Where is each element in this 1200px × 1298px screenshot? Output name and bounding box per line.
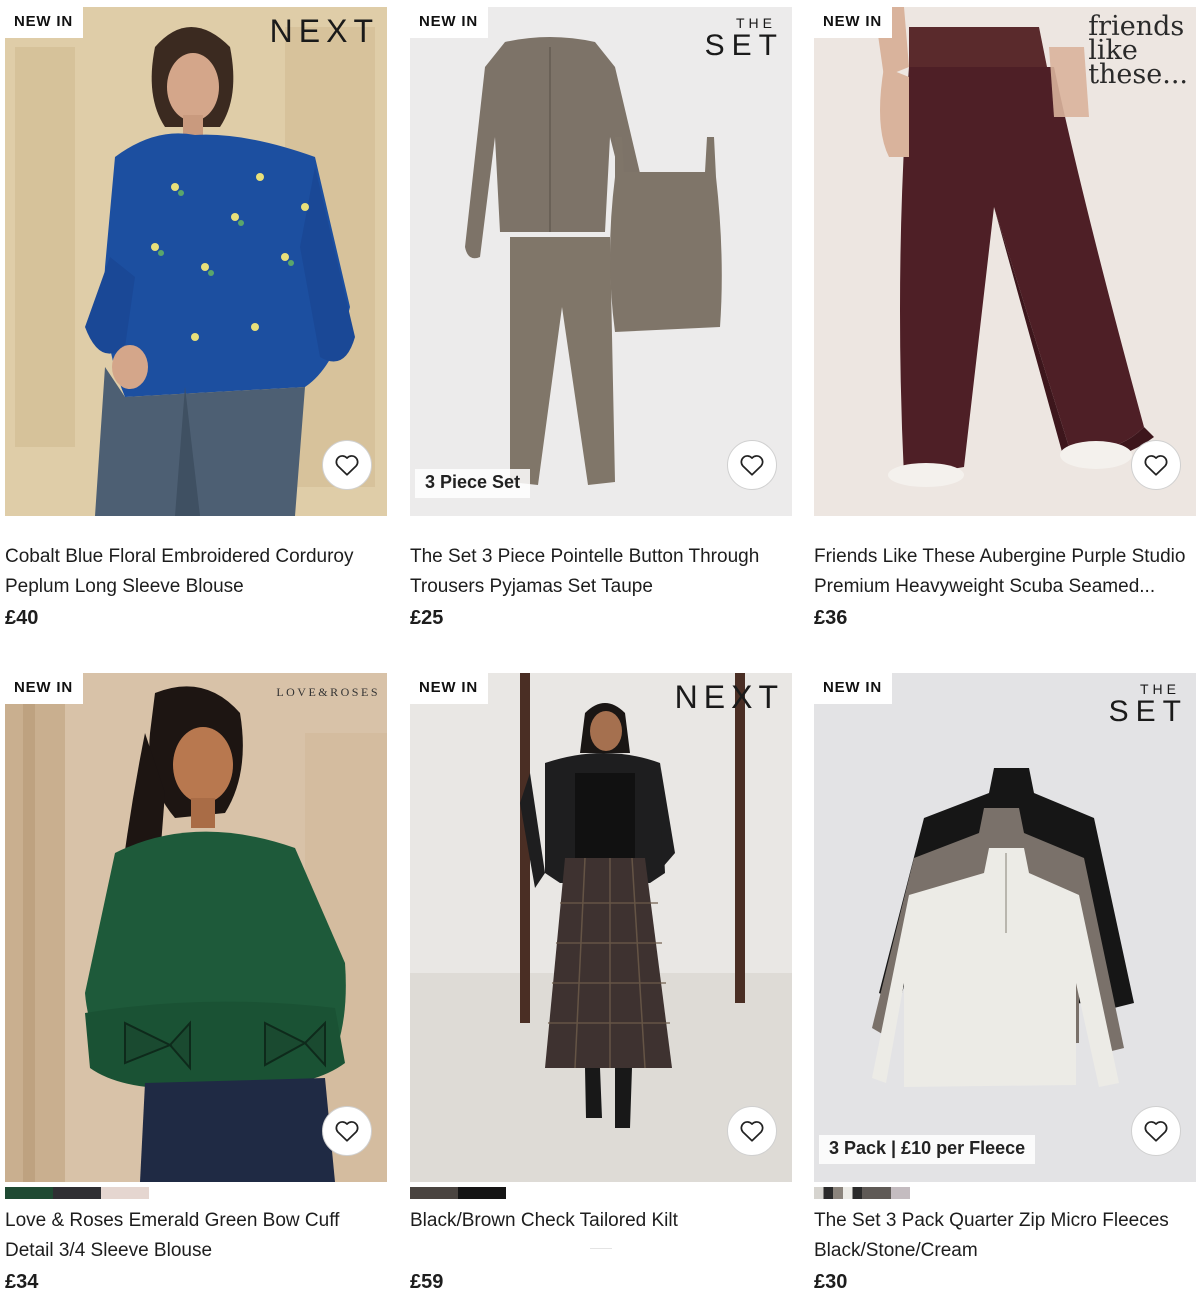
product-image[interactable]: NEW IN THE SET 3 Piece Set — [410, 7, 792, 516]
product-photo — [5, 7, 387, 516]
brand-logo-bottom: SET — [1108, 695, 1188, 728]
brand-logo-next: NEXT — [674, 679, 784, 715]
product-photo — [814, 673, 1196, 1182]
colour-swatches — [410, 1187, 792, 1199]
favourite-button[interactable] — [1131, 440, 1181, 490]
colour-swatch[interactable] — [101, 1187, 149, 1199]
product-photo — [410, 673, 792, 1182]
colour-swatch[interactable] — [5, 1187, 53, 1199]
product-price: £59 — [410, 1271, 444, 1293]
product-title[interactable]: Black/Brown Check Tailored Kilt — [410, 1206, 792, 1266]
product-title[interactable]: The Set 3 Piece Pointelle Button Through… — [410, 542, 792, 602]
product-image[interactable]: NEW IN friends like these... — [814, 7, 1196, 516]
favourite-button[interactable] — [322, 1106, 372, 1156]
product-image[interactable]: NEW IN THE SET 3 Pack | £10 per Fleece — [814, 673, 1196, 1182]
product-image[interactable]: NEW IN NEXT — [410, 673, 792, 1182]
new-in-badge: NEW IN — [814, 673, 892, 704]
product-price: £36 — [814, 607, 848, 629]
product-price: £34 — [5, 1271, 39, 1293]
brand-logo-bottom: SET — [704, 29, 784, 62]
product-photo — [5, 673, 387, 1182]
product-card[interactable]: NEW IN THE SET 3 Pack | £10 per Fleece T… — [814, 673, 1196, 1294]
new-in-badge: NEW IN — [410, 673, 488, 704]
favourite-button[interactable] — [322, 440, 372, 490]
brand-logo-line: these... — [1088, 59, 1188, 90]
brand-logo-next: NEXT — [269, 13, 379, 49]
colour-swatches — [5, 1187, 387, 1199]
promo-label: 3 Piece Set — [415, 469, 531, 498]
product-title[interactable]: Love & Roses Emerald Green Bow Cuff Deta… — [5, 1206, 387, 1266]
new-in-badge: NEW IN — [814, 7, 892, 38]
new-in-badge: NEW IN — [410, 7, 488, 38]
favourite-button[interactable] — [1131, 1106, 1181, 1156]
product-price: £25 — [410, 607, 444, 629]
product-price: £30 — [814, 1271, 848, 1293]
favourite-button[interactable] — [727, 440, 777, 490]
heart-outline-icon — [740, 455, 764, 476]
brand-logo-the-set: THE SET — [1109, 681, 1188, 727]
product-card[interactable]: NEW IN NEXT Cobalt Blue Floral Embroider… — [5, 7, 387, 630]
colour-swatch[interactable] — [862, 1187, 910, 1199]
colour-swatch[interactable] — [458, 1187, 506, 1199]
heart-outline-icon — [335, 1121, 359, 1142]
favourite-button[interactable] — [727, 1106, 777, 1156]
colour-swatch[interactable] — [814, 1187, 862, 1199]
colour-swatch[interactable] — [53, 1187, 101, 1199]
brand-logo-friends-like-these: friends like these... — [1088, 13, 1188, 90]
product-price: £40 — [5, 607, 39, 629]
colour-swatch[interactable] — [410, 1187, 458, 1199]
product-image[interactable]: NEW IN LOVE&ROSES — [5, 673, 387, 1182]
product-title[interactable]: Cobalt Blue Floral Embroidered Corduroy … — [5, 542, 387, 602]
new-in-badge: NEW IN — [5, 7, 83, 38]
colour-swatches — [814, 1187, 1196, 1199]
heart-outline-icon — [1144, 1121, 1168, 1142]
heart-outline-icon — [335, 455, 359, 476]
new-in-badge: NEW IN — [5, 673, 83, 704]
product-photo — [410, 7, 792, 516]
product-title[interactable]: Friends Like These Aubergine Purple Stud… — [814, 542, 1196, 602]
product-card[interactable]: NEW IN LOVE&ROSES Love & Roses Emerald G… — [5, 673, 387, 1294]
promo-label: 3 Pack | £10 per Fleece — [819, 1135, 1036, 1164]
brand-logo-the-set: THE SET — [705, 15, 784, 61]
heart-outline-icon — [1144, 455, 1168, 476]
loading-divider — [590, 1248, 612, 1249]
product-card[interactable]: NEW IN friends like these... Friends Lik… — [814, 7, 1196, 630]
product-card[interactable]: NEW IN NEXT Black/Brown Check Tailored K… — [410, 673, 792, 1294]
heart-outline-icon — [740, 1121, 764, 1142]
product-card[interactable]: NEW IN THE SET 3 Piece Set The Set 3 Pie… — [410, 7, 792, 630]
product-image[interactable]: NEW IN NEXT — [5, 7, 387, 516]
product-title[interactable]: The Set 3 Pack Quarter Zip Micro Fleeces… — [814, 1206, 1196, 1266]
brand-logo-love-roses: LOVE&ROSES — [276, 685, 380, 699]
